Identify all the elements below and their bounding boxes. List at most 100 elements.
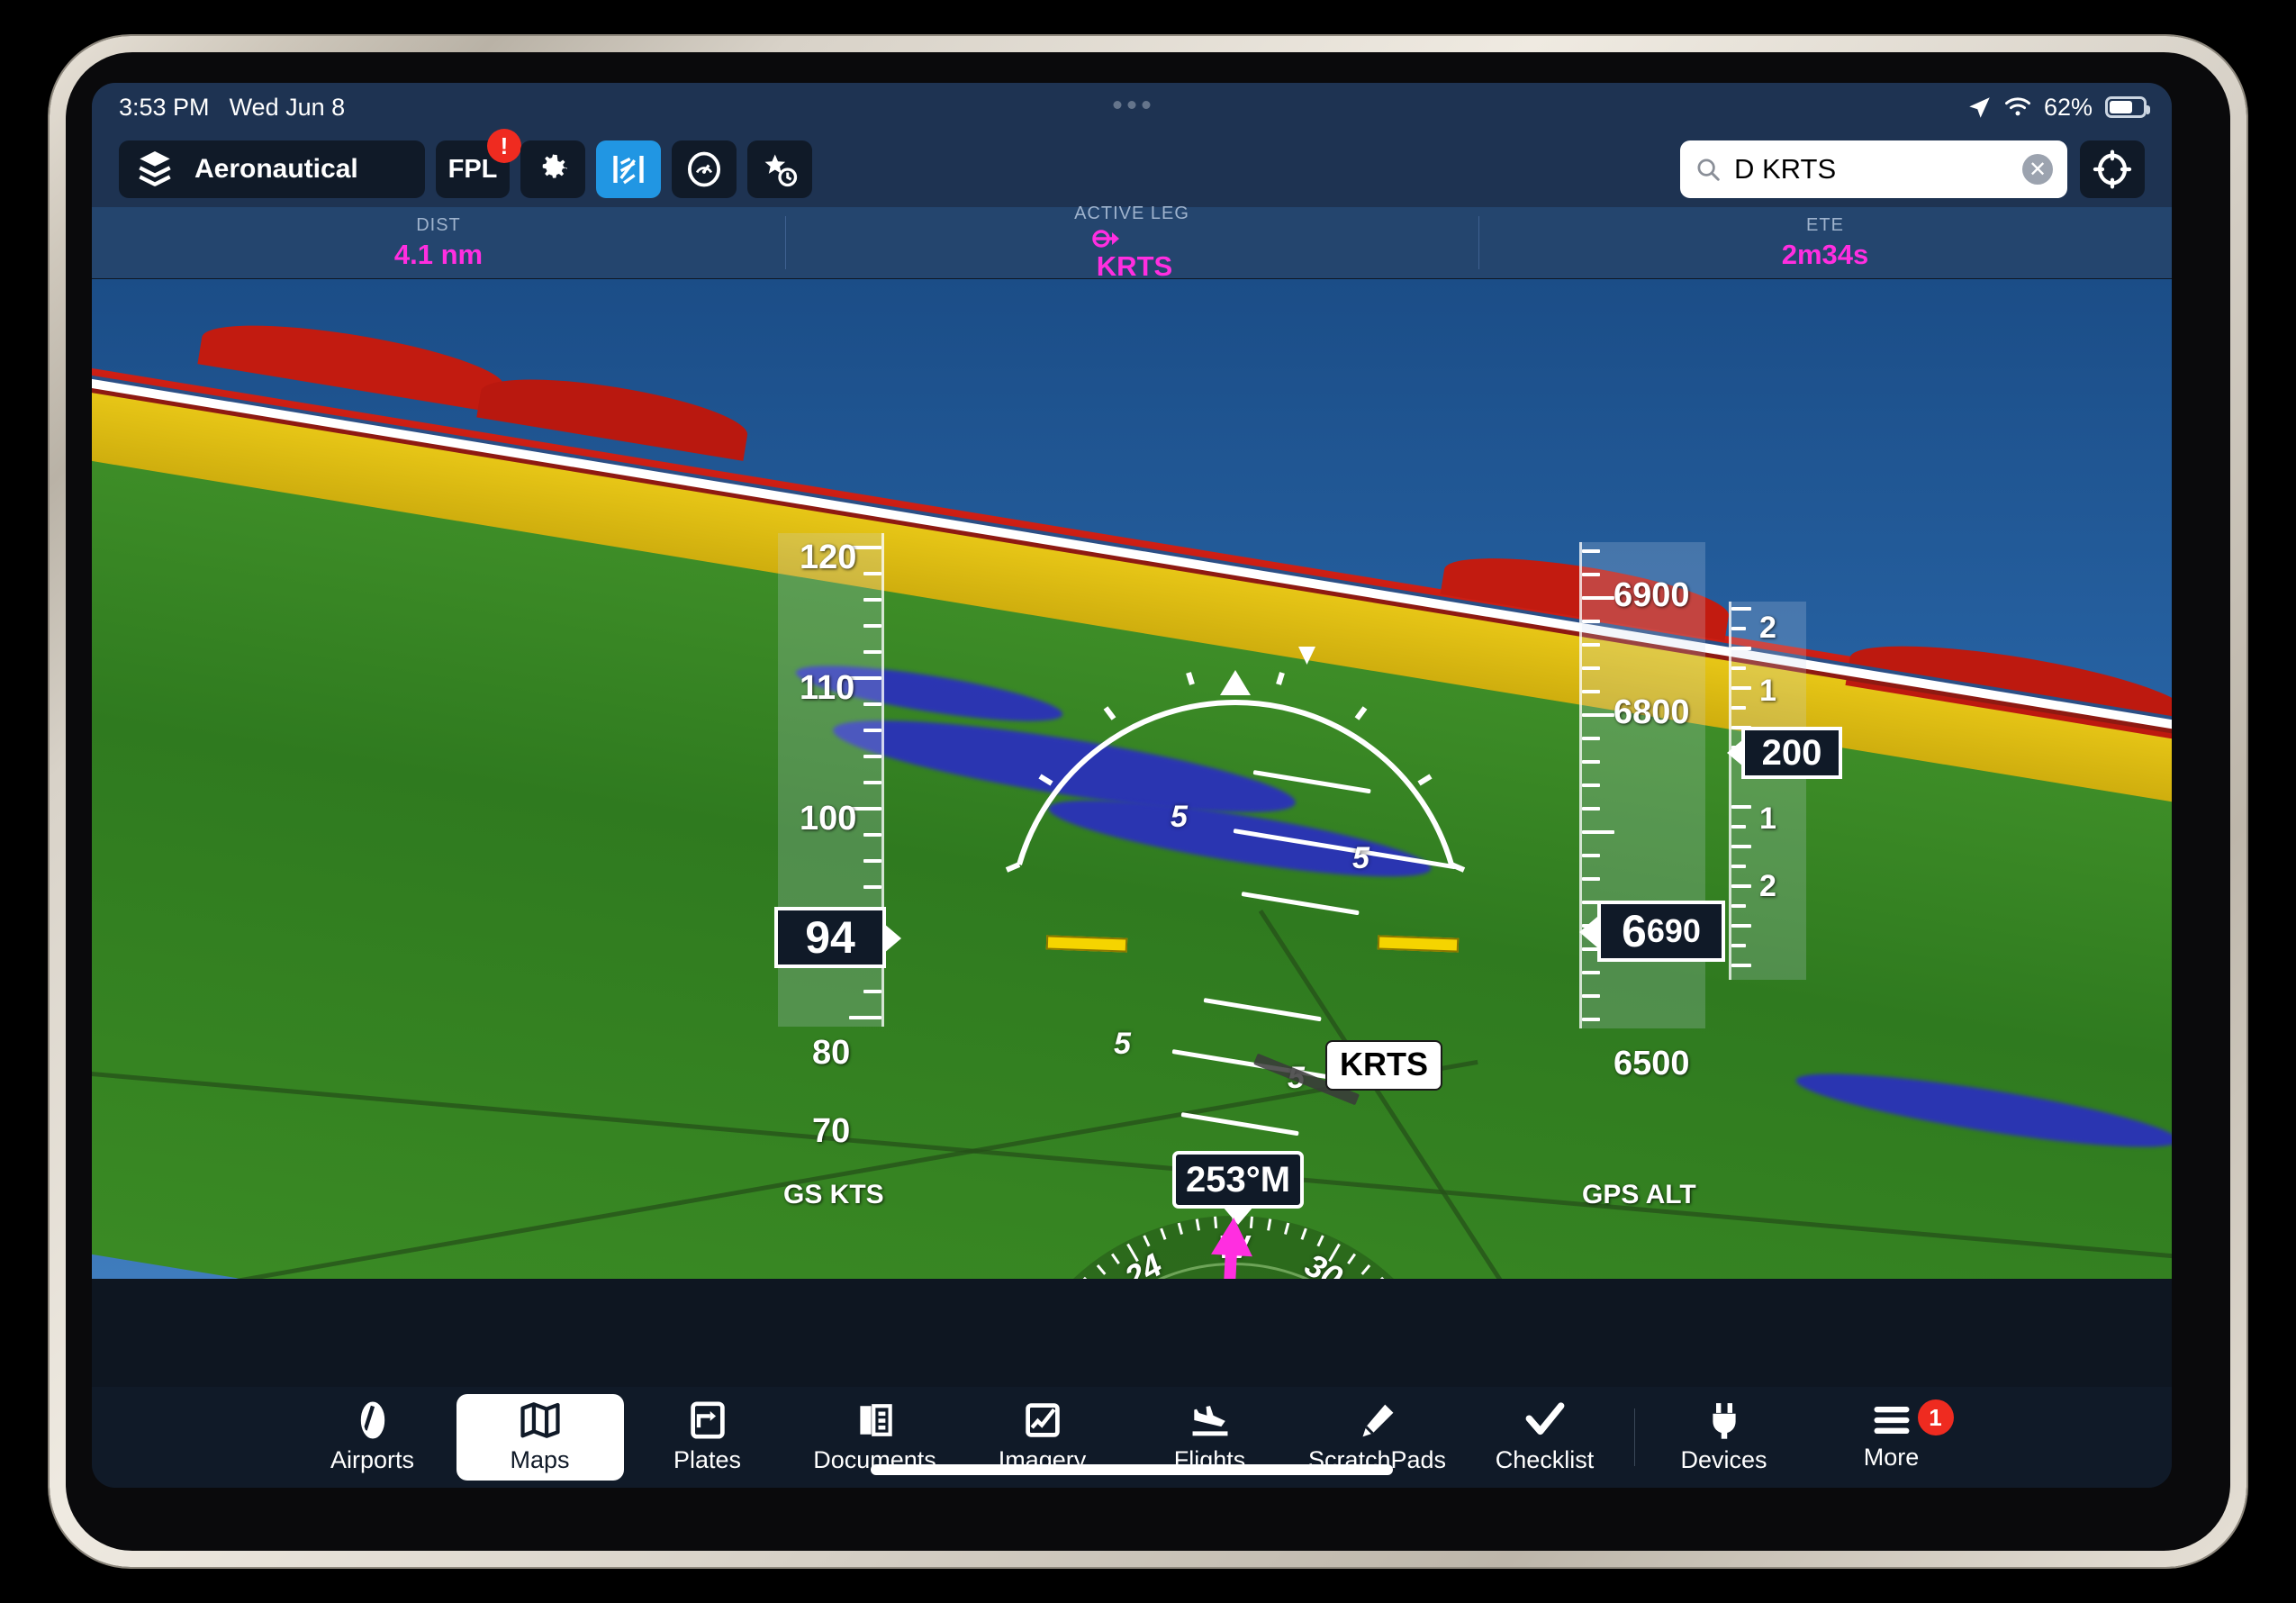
documents-icon — [856, 1400, 894, 1440]
speed-tick-100: 100 — [800, 800, 857, 838]
dot — [1113, 101, 1122, 109]
vsi-readout: 200 — [1741, 727, 1842, 779]
tab-label: Checklist — [1495, 1446, 1595, 1473]
ete-value: 2m34s — [1781, 238, 1869, 270]
altitude-readout: 6 690 — [1597, 901, 1725, 962]
top-toolbar: Aeronautical FPL ! D KRTS ✕ — [92, 129, 2172, 207]
vsi-readout-notch — [1727, 739, 1743, 766]
ete-label: ETE — [1806, 214, 1844, 235]
dot — [1127, 101, 1136, 109]
roll-arc — [1005, 647, 1466, 873]
pencil-icon — [1358, 1400, 1397, 1440]
alt-tick-6900: 6900 — [1614, 576, 1690, 614]
wifi-icon — [2004, 96, 2031, 118]
tab-label: Maps — [510, 1446, 570, 1473]
dot — [1142, 101, 1151, 109]
map-layers-button[interactable]: Aeronautical — [119, 140, 425, 198]
multitask-dots[interactable] — [1113, 101, 1151, 109]
synthetic-vision-button[interactable] — [596, 140, 661, 198]
battery-icon — [2105, 96, 2150, 118]
pitch-label-5-upper-left: 5 — [1171, 800, 1188, 834]
aircraft-symbol-right-wing — [1377, 935, 1460, 953]
dist-value: 4.1 nm — [393, 238, 484, 270]
dist-label: DIST — [416, 214, 461, 235]
status-bar-right: 62% — [1967, 93, 2150, 122]
home-indicator[interactable] — [871, 1464, 1393, 1475]
instruments-button[interactable] — [672, 140, 737, 198]
altitude-readout-minor: 690 — [1646, 912, 1701, 949]
folded-map-icon — [520, 1400, 561, 1440]
tab-label: More — [1863, 1444, 1920, 1471]
map-type-label: Aeronautical — [194, 154, 358, 184]
airplane-landing-icon — [1189, 1400, 1231, 1440]
tab-airports[interactable]: Airports — [289, 1394, 456, 1481]
heading-value: 253°M — [1185, 1159, 1291, 1200]
status-date: Wed Jun 8 — [229, 93, 346, 121]
pitch-label-5-lower-left: 5 — [1114, 1027, 1131, 1061]
status-bar-left: 3:53 PM Wed Jun 8 — [119, 94, 345, 122]
tab-more[interactable]: More 1 — [1808, 1394, 1975, 1481]
search-area: D KRTS ✕ — [1680, 140, 2145, 198]
recents-button[interactable] — [747, 140, 812, 198]
direct-to-icon — [1091, 227, 1172, 250]
checkmark-icon — [1524, 1400, 1566, 1440]
search-input[interactable]: D KRTS ✕ — [1680, 140, 2067, 198]
tab-label: Plates — [673, 1446, 742, 1473]
nav-info-ete[interactable]: ETE 2m34s — [1478, 207, 2172, 278]
tab-plates[interactable]: Plates — [624, 1394, 791, 1481]
search-icon — [1695, 156, 1722, 183]
groundspeed-readout: 94 — [774, 907, 886, 968]
active-leg-value: KRTS — [1096, 249, 1173, 282]
tab-devices[interactable]: Devices — [1641, 1394, 1808, 1481]
active-leg-label: ACTIVE LEG — [1074, 203, 1189, 223]
course-arrow-head — [1211, 1216, 1255, 1257]
tab-label: Airports — [330, 1446, 415, 1473]
settings-button[interactable] — [520, 140, 585, 198]
speed-tick-70: 70 — [812, 1112, 851, 1150]
tab-maps[interactable]: Maps — [456, 1394, 624, 1481]
nav-info-active-leg[interactable]: ACTIVE LEG KRTS — [785, 203, 1478, 282]
plate-page-icon — [690, 1400, 726, 1440]
vsi-tape-ticks — [1729, 602, 1806, 980]
battery-percent: 62% — [2043, 93, 2093, 121]
hamburger-icon — [1871, 1403, 1912, 1437]
flight-plan-button[interactable]: FPL ! — [436, 129, 521, 198]
aircraft-symbol-left-wing — [1045, 935, 1128, 953]
speed-tape-label: GS KTS — [783, 1180, 884, 1209]
altitude-readout-major: 6 — [1622, 906, 1647, 956]
status-bar: 3:53 PM Wed Jun 8 62% — [92, 83, 2172, 131]
gear-icon — [535, 151, 571, 187]
pitch-label-5-upper-right: 5 — [1352, 841, 1369, 875]
speed-tick-120: 120 — [800, 539, 857, 576]
altitude-tape-label: GPS ALT — [1582, 1180, 1696, 1209]
fpl-label: FPL — [447, 154, 498, 184]
alt-tick-6800: 6800 — [1614, 693, 1690, 731]
groundspeed-readout-notch — [883, 923, 901, 954]
locate-button[interactable] — [2080, 140, 2145, 198]
active-leg-value-wrap: KRTS — [1091, 227, 1172, 283]
vsi-tick-down-2: 2 — [1759, 869, 1776, 903]
plug-icon — [1708, 1400, 1740, 1440]
crosshair-target-icon — [2093, 149, 2132, 189]
tab-label: Devices — [1680, 1446, 1767, 1473]
tab-checklist[interactable]: Checklist — [1461, 1394, 1629, 1481]
search-value: D KRTS — [1734, 153, 1837, 185]
clear-x-icon[interactable]: ✕ — [2022, 154, 2053, 185]
heading-readout: 253°M — [1172, 1151, 1304, 1225]
location-arrow-icon — [1967, 95, 1992, 120]
more-badge: 1 — [1917, 1399, 1954, 1435]
vsi-tick-up-2: 2 — [1759, 611, 1776, 645]
ipad-device: 3:53 PM Wed Jun 8 62% Aeronautical FPL !… — [50, 36, 2246, 1567]
star-clock-icon — [761, 150, 799, 188]
vsi-tick-down-1: 1 — [1759, 802, 1776, 836]
synthetic-vision-view[interactable]: 5 5 5 5 — [92, 279, 2172, 1279]
vsi-tick-up-1: 1 — [1759, 674, 1776, 708]
alt-tick-6500: 6500 — [1614, 1045, 1690, 1082]
status-time: 3:53 PM — [119, 93, 210, 121]
airport-label-krts[interactable]: KRTS — [1325, 1040, 1442, 1091]
imagery-chart-icon — [1025, 1400, 1061, 1440]
nav-info-dist[interactable]: DIST 4.1 nm — [92, 207, 785, 278]
fpl-alert-badge: ! — [487, 129, 521, 163]
screen: 3:53 PM Wed Jun 8 62% Aeronautical FPL !… — [92, 83, 2172, 1488]
layers-icon — [137, 149, 173, 189]
